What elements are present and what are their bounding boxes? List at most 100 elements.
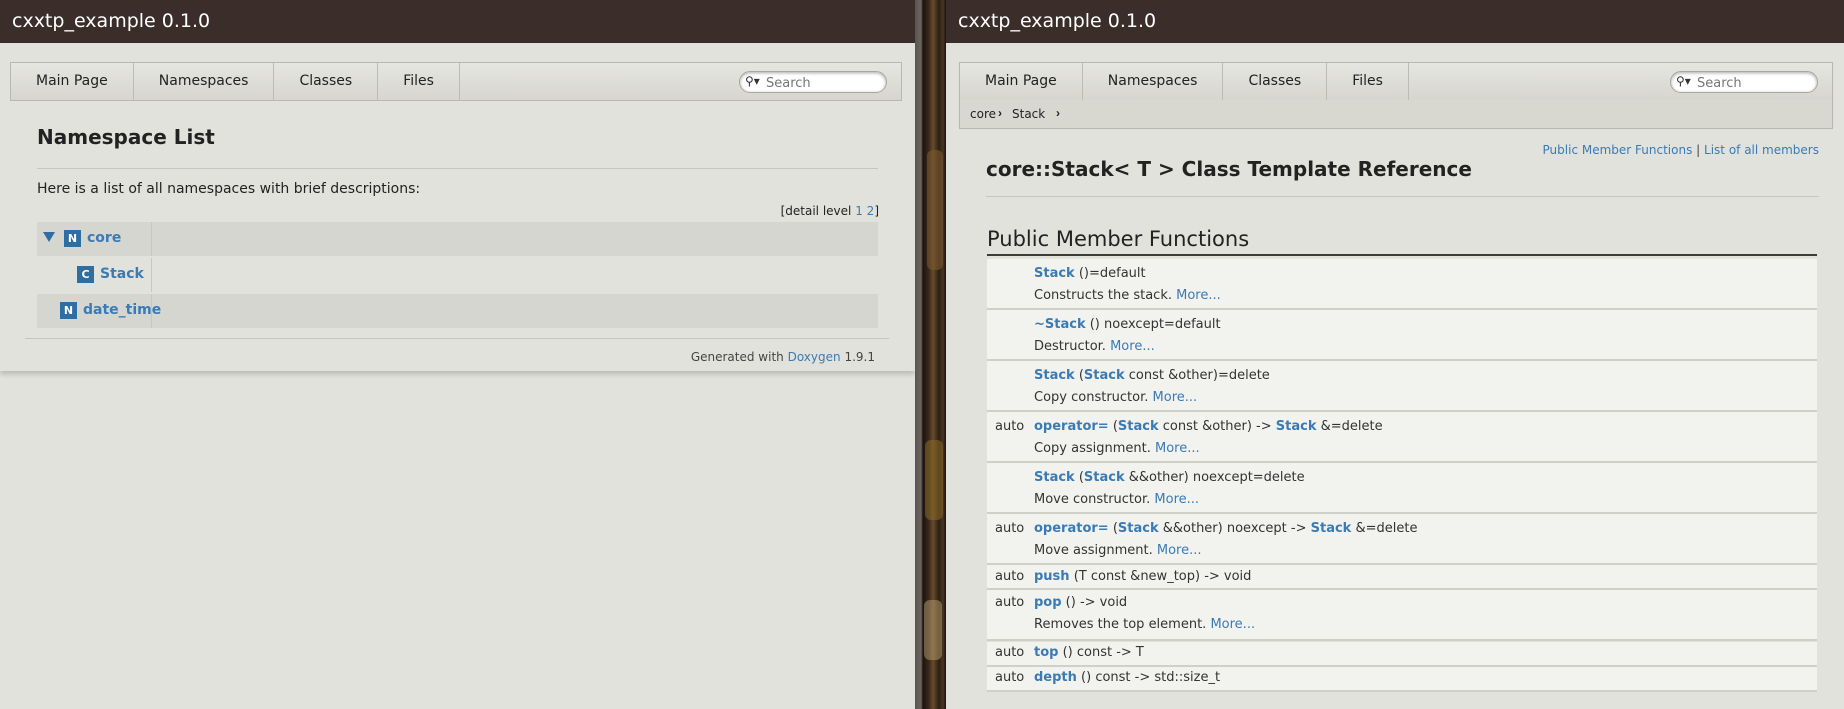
member-signature: Stack (Stack &&other) noexcept=delete	[1034, 470, 1305, 485]
type-link[interactable]: Stack	[1084, 470, 1125, 485]
member-description: Removes the top element. More...	[1034, 617, 1256, 632]
expand-arrow-icon[interactable]	[43, 232, 55, 242]
member-description: Move constructor. More...	[1034, 492, 1200, 507]
member-name-link[interactable]: Stack	[1034, 368, 1075, 383]
member-row: auto push (T const &new_top) -> void	[987, 565, 1817, 590]
member-return-type: auto	[995, 419, 1025, 434]
right-browser-window: cxxtp_example 0.1.0 Main Page Namespaces…	[946, 0, 1844, 709]
list-of-all-members-link[interactable]: List of all members	[1704, 143, 1819, 157]
member-name-link[interactable]: depth	[1034, 670, 1077, 685]
title-divider	[37, 168, 878, 169]
member-signature: push (T const &new_top) -> void	[1034, 569, 1252, 584]
member-row: auto top () const -> T	[987, 642, 1817, 667]
desktop-wallpaper	[915, 0, 946, 709]
member-signature: operator= (Stack &&other) noexcept -> St…	[1034, 521, 1418, 536]
more-link[interactable]: More...	[1157, 543, 1202, 558]
member-return-type: auto	[995, 569, 1025, 584]
tab-classes[interactable]: Classes	[1223, 63, 1328, 100]
breadcrumb-chevron-icon: ›	[1056, 106, 1060, 120]
search-icon[interactable]: ⚲▾	[745, 74, 760, 88]
breadcrumb-stack[interactable]: Stack	[1012, 107, 1045, 121]
tree-link-core[interactable]: core	[87, 230, 121, 246]
tree-link-date-time[interactable]: date_time	[83, 302, 161, 318]
nav-tabs: Main Page Namespaces Classes Files ⚲▾	[10, 62, 902, 101]
tree-row-stack[interactable]: C Stack	[37, 258, 878, 292]
member-name-link[interactable]: top	[1034, 645, 1058, 660]
more-link[interactable]: More...	[1210, 617, 1255, 632]
column-separator	[151, 258, 152, 292]
type-link[interactable]: Stack	[1276, 419, 1317, 434]
member-name-link[interactable]: Stack	[1034, 266, 1075, 281]
search-icon[interactable]: ⚲▾	[1676, 74, 1691, 88]
intro-text: Here is a list of all namespaces with br…	[37, 181, 421, 197]
member-return-type: auto	[995, 595, 1025, 610]
detail-level-1-link[interactable]: 1	[855, 204, 863, 218]
section-rule	[987, 254, 1817, 256]
nav-tabs: Main Page Namespaces Classes Files ⚲▾	[959, 62, 1833, 101]
page-title: core::Stack< T > Class Template Referenc…	[986, 157, 1472, 181]
member-row: auto pop () -> void Removes the top elem…	[987, 590, 1817, 641]
member-name-link[interactable]: operator=	[1034, 521, 1109, 536]
tab-main-page[interactable]: Main Page	[960, 63, 1083, 100]
tab-files[interactable]: Files	[378, 63, 460, 100]
tree-row-date-time[interactable]: N date_time	[37, 294, 878, 328]
member-signature: pop () -> void	[1034, 595, 1128, 610]
breadcrumb: core › Stack ›	[959, 100, 1833, 129]
section-title: Public Member Functions	[987, 227, 1250, 251]
type-link[interactable]: Stack	[1084, 368, 1125, 383]
tab-namespaces[interactable]: Namespaces	[1083, 63, 1224, 100]
left-browser-window: cxxtp_example 0.1.0 Main Page Namespaces…	[0, 0, 915, 709]
title-divider	[986, 196, 1819, 197]
tab-classes[interactable]: Classes	[274, 63, 379, 100]
member-row: auto operator= (Stack &&other) noexcept …	[987, 514, 1817, 565]
member-return-type: auto	[995, 645, 1025, 660]
search-input[interactable]	[1695, 74, 1811, 92]
member-description: Copy assignment. More...	[1034, 441, 1200, 456]
tab-main-page[interactable]: Main Page	[11, 63, 134, 100]
member-name-link[interactable]: push	[1034, 569, 1070, 584]
detail-level-suffix: ]	[874, 204, 879, 218]
namespace-badge-icon: N	[64, 230, 81, 247]
type-link[interactable]: Stack	[1311, 521, 1352, 536]
member-row: auto depth () const -> std::size_t	[987, 667, 1817, 692]
public-member-functions-link[interactable]: Public Member Functions	[1543, 143, 1693, 157]
member-description: Copy constructor. More...	[1034, 390, 1198, 405]
type-link[interactable]: Stack	[1118, 521, 1159, 536]
member-row: Stack (Stack const &other)=delete Copy c…	[987, 361, 1817, 412]
more-link[interactable]: More...	[1176, 288, 1221, 303]
member-signature: depth () const -> std::size_t	[1034, 670, 1221, 685]
more-link[interactable]: More...	[1153, 390, 1198, 405]
member-signature: top () const -> T	[1034, 645, 1144, 660]
member-description: Constructs the stack. More...	[1034, 288, 1221, 303]
tab-files[interactable]: Files	[1327, 63, 1409, 100]
breadcrumb-chevron-icon: ›	[998, 106, 1002, 120]
search-box[interactable]: ⚲▾	[739, 71, 887, 93]
doxygen-link[interactable]: Doxygen	[788, 350, 841, 364]
member-name-link[interactable]: Stack	[1034, 470, 1075, 485]
column-separator	[151, 294, 152, 328]
class-badge-icon: C	[77, 266, 94, 283]
project-title-bar: cxxtp_example 0.1.0	[0, 0, 915, 43]
member-description: Move assignment. More...	[1034, 543, 1202, 558]
search-box[interactable]: ⚲▾	[1670, 71, 1818, 93]
more-link[interactable]: More...	[1155, 441, 1200, 456]
member-signature: operator= (Stack const &other) -> Stack …	[1034, 419, 1383, 434]
member-return-type: auto	[995, 670, 1025, 685]
more-link[interactable]: More...	[1110, 339, 1155, 354]
member-row: Stack ()=default Constructs the stack. M…	[987, 259, 1817, 310]
project-title: cxxtp_example 0.1.0	[12, 10, 211, 32]
breadcrumb-core[interactable]: core	[970, 107, 996, 121]
tab-namespaces[interactable]: Namespaces	[134, 63, 275, 100]
member-row: auto operator= (Stack const &other) -> S…	[987, 412, 1817, 463]
tree-row-core[interactable]: N core	[37, 222, 878, 256]
tree-link-stack[interactable]: Stack	[100, 266, 144, 282]
member-name-link[interactable]: pop	[1034, 595, 1062, 610]
member-name-link[interactable]: ~Stack	[1034, 317, 1086, 332]
detail-level-prefix: [detail level	[780, 204, 852, 218]
more-link[interactable]: More...	[1154, 492, 1199, 507]
type-link[interactable]: Stack	[1118, 419, 1159, 434]
summary-links: Public Member Functions | List of all me…	[1543, 143, 1819, 157]
project-title-bar: cxxtp_example 0.1.0	[946, 0, 1844, 43]
member-name-link[interactable]: operator=	[1034, 419, 1109, 434]
search-input[interactable]	[764, 74, 880, 92]
